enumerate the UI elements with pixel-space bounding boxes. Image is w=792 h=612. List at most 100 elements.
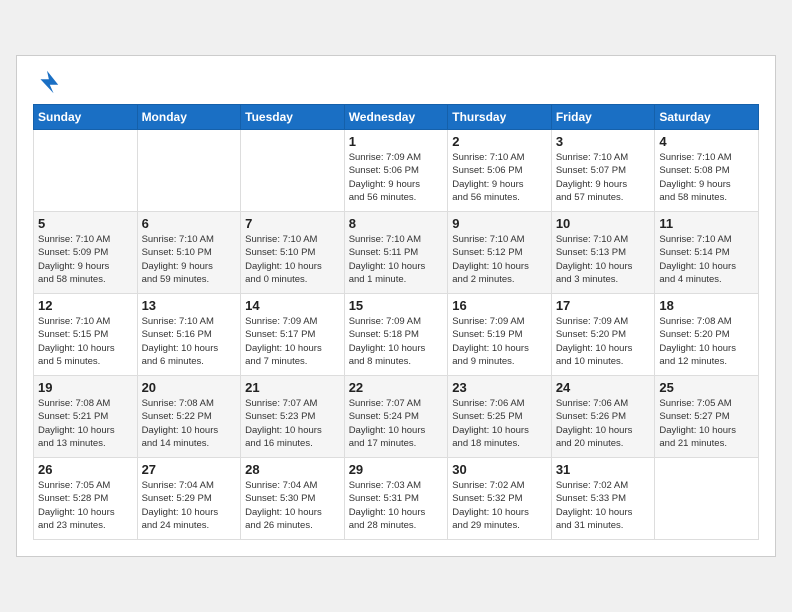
calendar-cell: 6 Sunrise: 7:10 AM Sunset: 5:10 PM Daylig… xyxy=(137,212,241,294)
day-info: Sunrise: 7:07 AM Sunset: 5:23 PM Dayligh… xyxy=(245,397,340,450)
calendar-cell: 30 Sunrise: 7:02 AM Sunset: 5:32 PM Dayli… xyxy=(448,458,552,540)
calendar-cell: 11 Sunrise: 7:10 AM Sunset: 5:14 PM Dayli… xyxy=(655,212,759,294)
day-number: 16 xyxy=(452,298,547,313)
calendar-cell xyxy=(34,130,138,212)
calendar-cell: 31 Sunrise: 7:02 AM Sunset: 5:33 PM Dayli… xyxy=(551,458,655,540)
day-number: 8 xyxy=(349,216,444,231)
day-number: 12 xyxy=(38,298,133,313)
calendar-cell: 19 Sunrise: 7:08 AM Sunset: 5:21 PM Dayli… xyxy=(34,376,138,458)
day-number: 3 xyxy=(556,134,651,149)
day-number: 2 xyxy=(452,134,547,149)
calendar-cell: 8 Sunrise: 7:10 AM Sunset: 5:11 PM Daylig… xyxy=(344,212,448,294)
calendar-cell: 13 Sunrise: 7:10 AM Sunset: 5:16 PM Dayli… xyxy=(137,294,241,376)
day-number: 9 xyxy=(452,216,547,231)
day-info: Sunrise: 7:10 AM Sunset: 5:09 PM Dayligh… xyxy=(38,233,133,286)
calendar-cell xyxy=(137,130,241,212)
day-number: 20 xyxy=(142,380,237,395)
day-info: Sunrise: 7:04 AM Sunset: 5:29 PM Dayligh… xyxy=(142,479,237,532)
calendar-cell: 27 Sunrise: 7:04 AM Sunset: 5:29 PM Dayli… xyxy=(137,458,241,540)
calendar-cell: 15 Sunrise: 7:09 AM Sunset: 5:18 PM Dayli… xyxy=(344,294,448,376)
day-info: Sunrise: 7:09 AM Sunset: 5:17 PM Dayligh… xyxy=(245,315,340,368)
day-info: Sunrise: 7:10 AM Sunset: 5:15 PM Dayligh… xyxy=(38,315,133,368)
calendar-cell: 20 Sunrise: 7:08 AM Sunset: 5:22 PM Dayli… xyxy=(137,376,241,458)
weekday-header-wednesday: Wednesday xyxy=(344,105,448,130)
calendar-cell: 25Sunrise: 7:05 AM Sunset: 5:27 PM Dayli… xyxy=(655,376,759,458)
day-info: Sunrise: 7:02 AM Sunset: 5:33 PM Dayligh… xyxy=(556,479,651,532)
day-info: Sunrise: 7:10 AM Sunset: 5:12 PM Dayligh… xyxy=(452,233,547,286)
day-info: Sunrise: 7:05 AM Sunset: 5:27 PM Dayligh… xyxy=(659,397,754,450)
day-number: 1 xyxy=(349,134,444,149)
day-number: 14 xyxy=(245,298,340,313)
day-number: 30 xyxy=(452,462,547,477)
day-info: Sunrise: 7:08 AM Sunset: 5:20 PM Dayligh… xyxy=(659,315,754,368)
calendar-cell: 29 Sunrise: 7:03 AM Sunset: 5:31 PM Dayli… xyxy=(344,458,448,540)
day-info: Sunrise: 7:09 AM Sunset: 5:20 PM Dayligh… xyxy=(556,315,651,368)
calendar-cell: 7 Sunrise: 7:10 AM Sunset: 5:10 PM Daylig… xyxy=(241,212,345,294)
day-info: Sunrise: 7:10 AM Sunset: 5:07 PM Dayligh… xyxy=(556,151,651,204)
day-info: Sunrise: 7:09 AM Sunset: 5:19 PM Dayligh… xyxy=(452,315,547,368)
calendar-cell: 2Sunrise: 7:10 AM Sunset: 5:06 PM Daylig… xyxy=(448,130,552,212)
day-info: Sunrise: 7:08 AM Sunset: 5:21 PM Dayligh… xyxy=(38,397,133,450)
calendar-cell: 23 Sunrise: 7:06 AM Sunset: 5:25 PM Dayli… xyxy=(448,376,552,458)
day-info: Sunrise: 7:06 AM Sunset: 5:26 PM Dayligh… xyxy=(556,397,651,450)
day-number: 29 xyxy=(349,462,444,477)
calendar-header xyxy=(33,68,759,96)
day-info: Sunrise: 7:10 AM Sunset: 5:10 PM Dayligh… xyxy=(142,233,237,286)
calendar-cell: 22 Sunrise: 7:07 AM Sunset: 5:24 PM Dayli… xyxy=(344,376,448,458)
day-info: Sunrise: 7:09 AM Sunset: 5:18 PM Dayligh… xyxy=(349,315,444,368)
weekday-header-sunday: Sunday xyxy=(34,105,138,130)
calendar-cell: 17 Sunrise: 7:09 AM Sunset: 5:20 PM Dayli… xyxy=(551,294,655,376)
logo xyxy=(33,68,65,96)
weekday-header-thursday: Thursday xyxy=(448,105,552,130)
day-info: Sunrise: 7:10 AM Sunset: 5:16 PM Dayligh… xyxy=(142,315,237,368)
calendar-cell: 1 Sunrise: 7:09 AM Sunset: 5:06 PM Daylig… xyxy=(344,130,448,212)
calendar-container: SundayMondayTuesdayWednesdayThursdayFrid… xyxy=(16,55,776,557)
day-number: 17 xyxy=(556,298,651,313)
calendar-cell: 18 Sunrise: 7:08 AM Sunset: 5:20 PM Dayli… xyxy=(655,294,759,376)
day-number: 10 xyxy=(556,216,651,231)
weekday-header-monday: Monday xyxy=(137,105,241,130)
day-number: 23 xyxy=(452,380,547,395)
day-number: 18 xyxy=(659,298,754,313)
day-info: Sunrise: 7:09 AM Sunset: 5:06 PM Dayligh… xyxy=(349,151,444,204)
day-number: 27 xyxy=(142,462,237,477)
day-info: Sunrise: 7:10 AM Sunset: 5:08 PM Dayligh… xyxy=(659,151,754,204)
day-number: 13 xyxy=(142,298,237,313)
calendar-cell: 4Sunrise: 7:10 AM Sunset: 5:08 PM Daylig… xyxy=(655,130,759,212)
day-number: 5 xyxy=(38,216,133,231)
weekday-header-friday: Friday xyxy=(551,105,655,130)
calendar-cell: 5 Sunrise: 7:10 AM Sunset: 5:09 PM Daylig… xyxy=(34,212,138,294)
calendar-cell: 28 Sunrise: 7:04 AM Sunset: 5:30 PM Dayli… xyxy=(241,458,345,540)
day-number: 6 xyxy=(142,216,237,231)
day-info: Sunrise: 7:03 AM Sunset: 5:31 PM Dayligh… xyxy=(349,479,444,532)
day-info: Sunrise: 7:10 AM Sunset: 5:13 PM Dayligh… xyxy=(556,233,651,286)
weekday-header-saturday: Saturday xyxy=(655,105,759,130)
day-info: Sunrise: 7:04 AM Sunset: 5:30 PM Dayligh… xyxy=(245,479,340,532)
day-info: Sunrise: 7:06 AM Sunset: 5:25 PM Dayligh… xyxy=(452,397,547,450)
day-number: 19 xyxy=(38,380,133,395)
day-number: 24 xyxy=(556,380,651,395)
day-info: Sunrise: 7:02 AM Sunset: 5:32 PM Dayligh… xyxy=(452,479,547,532)
day-info: Sunrise: 7:10 AM Sunset: 5:10 PM Dayligh… xyxy=(245,233,340,286)
day-number: 21 xyxy=(245,380,340,395)
calendar-cell: 21 Sunrise: 7:07 AM Sunset: 5:23 PM Dayli… xyxy=(241,376,345,458)
calendar-cell: 12 Sunrise: 7:10 AM Sunset: 5:15 PM Dayli… xyxy=(34,294,138,376)
day-number: 31 xyxy=(556,462,651,477)
day-info: Sunrise: 7:10 AM Sunset: 5:14 PM Dayligh… xyxy=(659,233,754,286)
day-number: 15 xyxy=(349,298,444,313)
day-number: 22 xyxy=(349,380,444,395)
calendar-cell xyxy=(655,458,759,540)
day-number: 7 xyxy=(245,216,340,231)
calendar-cell xyxy=(241,130,345,212)
logo-icon xyxy=(33,68,61,96)
calendar-cell: 3 Sunrise: 7:10 AM Sunset: 5:07 PM Daylig… xyxy=(551,130,655,212)
day-info: Sunrise: 7:07 AM Sunset: 5:24 PM Dayligh… xyxy=(349,397,444,450)
day-info: Sunrise: 7:05 AM Sunset: 5:28 PM Dayligh… xyxy=(38,479,133,532)
day-info: Sunrise: 7:10 AM Sunset: 5:11 PM Dayligh… xyxy=(349,233,444,286)
day-number: 28 xyxy=(245,462,340,477)
calendar-cell: 26Sunrise: 7:05 AM Sunset: 5:28 PM Dayli… xyxy=(34,458,138,540)
day-info: Sunrise: 7:08 AM Sunset: 5:22 PM Dayligh… xyxy=(142,397,237,450)
calendar-cell: 16 Sunrise: 7:09 AM Sunset: 5:19 PM Dayli… xyxy=(448,294,552,376)
calendar-table: SundayMondayTuesdayWednesdayThursdayFrid… xyxy=(33,104,759,540)
day-number: 11 xyxy=(659,216,754,231)
